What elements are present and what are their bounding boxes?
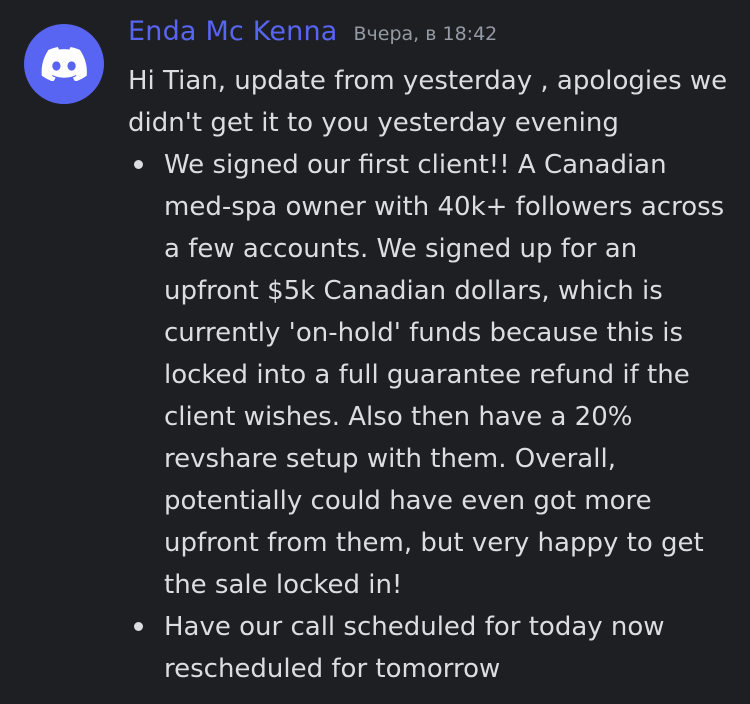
bullet-list: We signed our first client!! A Canadian … — [128, 144, 738, 690]
message-intro: Hi Tian, update from yesterday , apologi… — [128, 66, 728, 138]
username[interactable]: Enda Mc Kenna — [128, 16, 338, 47]
chat-message: Enda Mc Kenna Вчера, в 18:42 Hi Tian, up… — [0, 0, 750, 704]
list-item: Have our call scheduled for today now re… — [128, 606, 738, 690]
list-item-text: We signed our first client!! A Canadian … — [164, 150, 725, 600]
list-item-text: Have our call scheduled for today now re… — [164, 612, 665, 684]
message-content: Enda Mc Kenna Вчера, в 18:42 Hi Tian, up… — [128, 16, 738, 690]
timestamp[interactable]: Вчера, в 18:42 — [354, 23, 498, 45]
message-header: Enda Mc Kenna Вчера, в 18:42 — [128, 16, 738, 60]
list-item: We signed our first client!! A Canadian … — [128, 144, 738, 606]
avatar[interactable] — [24, 24, 104, 104]
bullet-icon — [134, 622, 143, 631]
bullet-icon — [134, 160, 143, 169]
message-body: Hi Tian, update from yesterday , apologi… — [128, 60, 738, 690]
discord-logo-icon — [41, 47, 87, 81]
